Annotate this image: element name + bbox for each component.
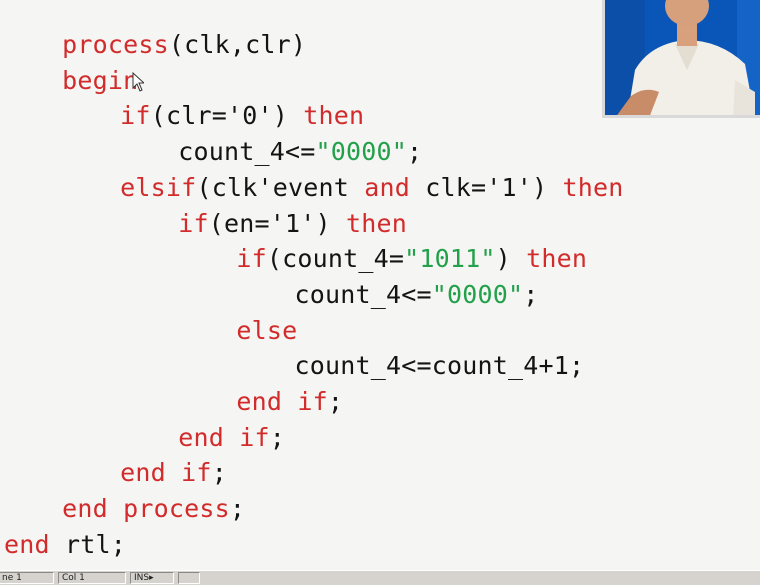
code-line: end if; (178, 421, 285, 455)
code-string: "0000" (431, 279, 524, 309)
code-text: (count_4= (266, 244, 405, 274)
code-keyword: end process (62, 494, 230, 524)
code-line: end rtl; (4, 528, 126, 562)
code-keyword: then (526, 244, 588, 274)
status-empty-cell (178, 572, 200, 584)
presenter-video-icon (605, 0, 760, 115)
code-text: ; (523, 279, 539, 309)
code-keyword: end if (236, 387, 328, 416)
code-line: process(clk,clr) (62, 28, 306, 62)
code-keyword: process (62, 30, 169, 59)
code-keyword: and (364, 172, 410, 202)
code-line: begin (62, 64, 138, 98)
code-text: ; (407, 137, 423, 167)
code-text: ) (495, 244, 527, 274)
code-line: if(en='1') then (178, 207, 407, 241)
code-text: (clk'event (196, 172, 365, 202)
code-keyword: else (236, 315, 298, 345)
code-line: if(count_4="1011") then (236, 242, 587, 276)
code-text: (en='1') (208, 208, 347, 238)
code-string: "1011" (404, 244, 496, 274)
code-line: else (236, 314, 297, 348)
code-text: count_4<= (178, 137, 316, 167)
code-line: elsif(clk'event and clk='1') then (120, 171, 623, 205)
code-line: end if; (120, 456, 227, 490)
code-text: rtl; (49, 529, 127, 559)
code-keyword: elsif (120, 172, 197, 202)
code-text: (clr='0') (150, 101, 304, 131)
code-text: count_4<= (294, 279, 432, 309)
code-keyword: if (178, 208, 209, 238)
status-column: Col 1 (58, 572, 126, 584)
code-text: (clk,clr) (168, 30, 307, 59)
code-keyword: end (4, 529, 50, 559)
status-insert-mode: INS▸ (130, 572, 174, 584)
code-keyword: if (120, 101, 151, 131)
code-text: clk='1') (409, 172, 563, 202)
code-text: ; (229, 494, 246, 524)
code-keyword: then (562, 172, 624, 202)
code-keyword: end if (178, 422, 270, 452)
status-line: ne 1 (0, 572, 54, 584)
code-keyword: end if (120, 458, 212, 488)
arrow-icon: ▸ (149, 573, 154, 583)
code-string: "0000" (315, 137, 408, 167)
code-line: if(clr='0') then (120, 99, 364, 133)
code-line: end if; (236, 385, 343, 419)
code-text: ; (211, 458, 227, 488)
code-line: end process; (62, 492, 245, 526)
code-keyword: then (346, 208, 408, 238)
code-keyword: then (303, 101, 365, 131)
code-line: count_4<="0000"; (294, 278, 538, 312)
mouse-cursor-icon (132, 72, 144, 92)
code-text: ; (327, 387, 344, 416)
code-line: count_4<=count_4+1; (294, 349, 584, 383)
status-insert-label: INS (134, 573, 150, 583)
code-line: count_4<="0000"; (178, 135, 422, 169)
code-text: ; (269, 422, 286, 452)
presenter-video-feed (602, 0, 760, 118)
code-keyword: begin (62, 65, 139, 95)
status-bar: ne 1 Col 1 INS▸ (0, 570, 760, 585)
code-text: count_4<=count_4+1; (294, 351, 585, 381)
code-keyword: if (236, 244, 267, 274)
